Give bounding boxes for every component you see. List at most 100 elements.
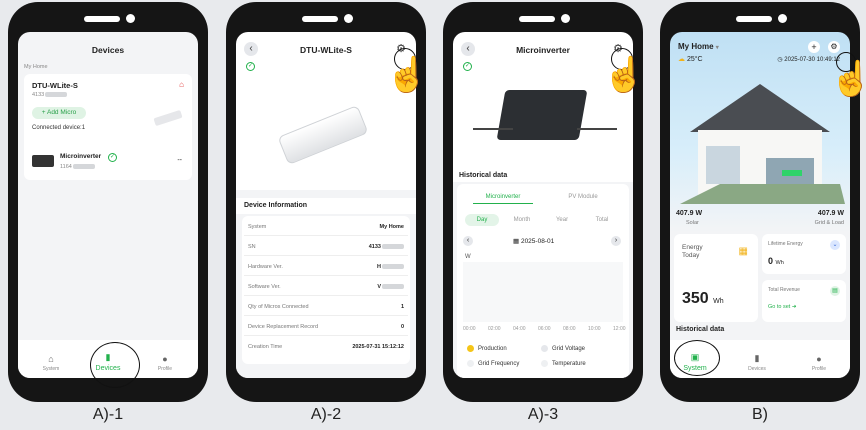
sun-cloud-icon: ☁ [678, 56, 685, 63]
phone-notch [302, 16, 338, 22]
lifetime-energy-card[interactable]: Lifetime Energy ⌄ 0 Wh [762, 234, 846, 274]
micro-value: -- [177, 157, 182, 164]
next-date-button[interactable]: › [611, 236, 621, 246]
historical-title: Historical data [459, 172, 508, 179]
chart-area [463, 262, 623, 322]
info-row-micro-qty: Qty of Micros Connected 1 [244, 298, 408, 316]
production-dot [467, 345, 474, 352]
dtu-stick-image [153, 109, 183, 127]
energy-today-card[interactable]: Energy Today ▦ 350 Wh [674, 234, 758, 322]
phone-camera [561, 14, 570, 23]
prev-date-button[interactable]: ‹ [463, 236, 473, 246]
house-illustration [680, 84, 845, 204]
tap-highlight-ring [90, 342, 140, 388]
user-icon: ● [162, 354, 168, 364]
divider [236, 190, 416, 198]
info-row-hardware: Hardware Ver. H [244, 258, 408, 276]
tab-system[interactable]: ⌂ System [26, 354, 76, 372]
revenue-label: Total Revenue [768, 287, 800, 293]
period-day[interactable]: Day [465, 214, 499, 226]
page-title: Microinverter [516, 45, 570, 55]
x-tick-label: 04:00 [513, 326, 526, 332]
x-tick-label: 06:00 [538, 326, 551, 332]
phone-camera [126, 14, 135, 23]
legend-grid-frequency[interactable]: Grid Frequency [467, 360, 519, 367]
legend-grid-voltage[interactable]: Grid Voltage [541, 345, 585, 352]
revenue-set-link[interactable]: Go to set ➜ [768, 304, 796, 310]
date-picker[interactable]: ▦ 2025-08-01 [513, 237, 554, 245]
dtu-name: DTU-WLite-S [32, 81, 78, 90]
pointing-hand-icon: ☝ [830, 60, 866, 98]
online-check-icon: ✓ [108, 153, 117, 162]
grid-value: 407.9 W [817, 210, 844, 217]
micro-row[interactable]: Microinverter ✓ 1164 -- [24, 144, 192, 180]
connected-count: Connected device:1 [32, 125, 86, 131]
x-axis: 00:00 02:00 04:00 06:00 08:00 10:00 12:00 [457, 326, 629, 334]
legend-production[interactable]: Production [467, 345, 507, 352]
phone-devices: Devices My Home DTU-WLite-S 4133 ⌂ + Add… [8, 2, 208, 402]
caption-a2: A)-2 [310, 406, 342, 423]
info-row-system: System My Home [244, 218, 408, 236]
phone-notch [519, 16, 555, 22]
energy-today-value: 350 Wh [682, 290, 724, 307]
settings-gear-icon[interactable]: ⚙ [828, 41, 840, 53]
info-row-replacement[interactable]: Device Replacement Record 0 [244, 318, 408, 336]
calendar-icon: ▦ [513, 238, 521, 245]
device-icon: ▮ [754, 353, 760, 363]
caption-a3: A)-3 [527, 406, 559, 423]
page-title: DTU-WLite-S [300, 45, 352, 55]
info-row-software: Software Ver. V [244, 278, 408, 296]
micro-name: Microinverter [60, 153, 102, 160]
expand-icon[interactable]: ⌄ [830, 240, 840, 250]
grid-frequency-dot [467, 360, 474, 367]
period-month[interactable]: Month [505, 217, 539, 223]
home-icon: ⌂ [48, 354, 54, 364]
period-total[interactable]: Total [585, 217, 619, 223]
online-check-icon: ✓ [246, 62, 255, 71]
caption-a1: A)-1 [92, 406, 124, 423]
pointing-hand-icon: ☝ [603, 56, 646, 94]
y-unit: W [465, 254, 471, 260]
devices-screen: Devices My Home DTU-WLite-S 4133 ⌂ + Add… [18, 32, 198, 378]
system-screen: My Home ▾ ☁ 25°C + ⚙ ◷ 2025-07-30 10:49:… [670, 32, 850, 378]
phone-notch [736, 16, 772, 22]
legend-temperature[interactable]: Temperature [541, 360, 586, 367]
dtu-sn: 4133 [32, 92, 68, 98]
tab-microinverter[interactable]: Microinverter [473, 194, 533, 204]
section-label: My Home [24, 64, 48, 70]
period-year[interactable]: Year [545, 217, 579, 223]
tab-profile[interactable]: ● Profile [794, 354, 844, 372]
phone-microinverter: ‹ Microinverter ⚙ ✓ Historical data Micr… [443, 2, 646, 402]
pointing-hand-icon: ☝ [386, 56, 429, 94]
weather: ☁ 25°C [678, 56, 703, 63]
user-icon: ● [816, 354, 822, 364]
total-revenue-card[interactable]: Total Revenue ▤ Go to set ➜ [762, 280, 846, 322]
grid-label: Grid & Load [814, 220, 844, 226]
microinverter-image [496, 90, 588, 140]
cable-left [473, 128, 513, 130]
x-tick-label: 08:00 [563, 326, 576, 332]
grid-voltage-dot [541, 345, 548, 352]
home-selector[interactable]: My Home ▾ [678, 42, 719, 51]
phone-camera [344, 14, 353, 23]
info-row-sn: SN 4133 [244, 238, 408, 256]
x-tick-label: 12:00 [613, 326, 626, 332]
historical-title: Historical data [676, 326, 725, 333]
add-micro-button[interactable]: + Add Micro [32, 107, 86, 119]
signal-off-icon: ⌂ [179, 80, 184, 89]
x-tick-label: 10:00 [588, 326, 601, 332]
tab-devices[interactable]: ▮ Devices [732, 353, 782, 372]
tab-pv-module[interactable]: PV Module [553, 194, 613, 200]
add-button[interactable]: + [808, 41, 820, 53]
cable-right [577, 128, 617, 130]
phone-system: My Home ▾ ☁ 25°C + ⚙ ◷ 2025-07-30 10:49:… [660, 2, 866, 402]
lifetime-value: 0 Wh [768, 256, 784, 266]
revenue-icon: ▤ [830, 286, 840, 296]
caption-b: B) [752, 406, 768, 423]
x-tick-label: 00:00 [463, 326, 476, 332]
tab-profile[interactable]: ● Profile [140, 354, 190, 372]
phone-camera [778, 14, 787, 23]
dtu-stick-image [277, 104, 369, 166]
phone-notch [84, 16, 120, 22]
tap-highlight-ring [674, 340, 720, 376]
